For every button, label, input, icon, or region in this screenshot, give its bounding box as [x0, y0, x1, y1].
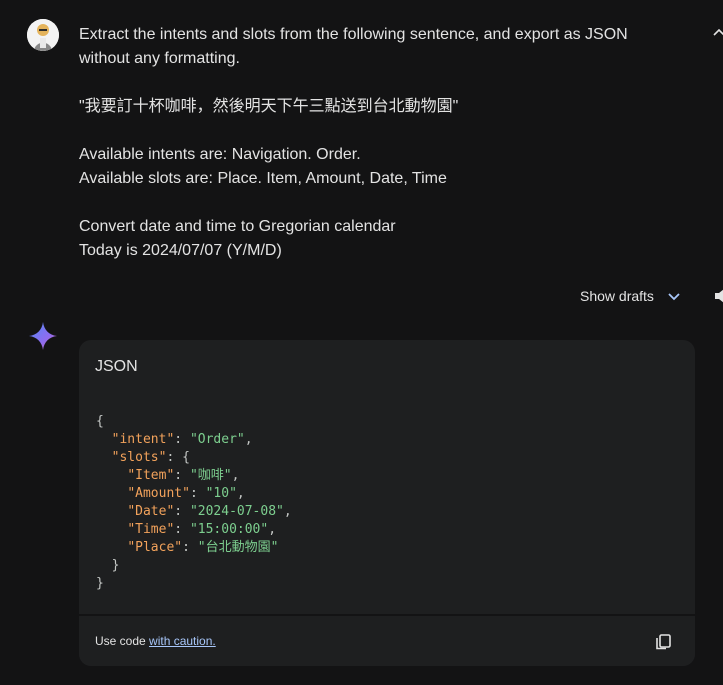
user-prompt: Extract the intents and slots from the f…	[79, 23, 679, 263]
json-value-date: "2024-07-08"	[189, 504, 284, 519]
user-avatar	[27, 19, 59, 51]
code-language-label: JSON	[95, 358, 138, 375]
prompt-line: "我要訂十杯咖啡，然後明天下午三點送到台北動物園"	[79, 98, 459, 115]
gemini-sparkle-icon	[28, 321, 58, 351]
read-aloud-icon[interactable]	[713, 287, 723, 305]
speaker-icon	[715, 289, 723, 303]
json-value-item: "咖啡"	[189, 468, 232, 483]
user-avatar-icon	[27, 19, 59, 51]
copy-icon	[656, 634, 671, 650]
json-value-time: "15:00:00"	[189, 522, 269, 537]
prompt-line: Today is 2024/07/07 (Y/M/D)	[79, 242, 282, 259]
json-value-amount: "10"	[205, 486, 237, 501]
prompt-line: without any formatting.	[79, 50, 240, 67]
prompt-line: Extract the intents and slots from the f…	[79, 26, 628, 43]
json-code: { "intent": "Order", "slots": { "Item": …	[96, 414, 292, 591]
caution-link[interactable]: with caution.	[149, 634, 216, 648]
code-footer: Use code with caution.	[79, 614, 695, 666]
chevron-up-icon	[713, 28, 723, 36]
code-block: JSON { "intent": "Order", "slots": { "It…	[79, 340, 695, 666]
code-content: { "intent": "Order", "slots": { "Item": …	[79, 400, 695, 614]
show-drafts-button[interactable]: Show drafts	[580, 285, 682, 307]
json-value-place: "台北動物園"	[197, 540, 279, 555]
prompt-line: Convert date and time to Gregorian calen…	[79, 218, 396, 235]
collapse-prompt-icon[interactable]	[712, 26, 723, 40]
chevron-down-icon	[668, 293, 680, 301]
json-value-intent: "Order"	[189, 432, 245, 447]
show-drafts-label: Show drafts	[580, 288, 654, 304]
prompt-line: Available intents are: Navigation. Order…	[79, 146, 361, 163]
caution-text: Use code with caution.	[95, 634, 216, 648]
copy-code-button[interactable]	[654, 633, 672, 651]
prompt-line: Available slots are: Place. Item, Amount…	[79, 170, 447, 187]
